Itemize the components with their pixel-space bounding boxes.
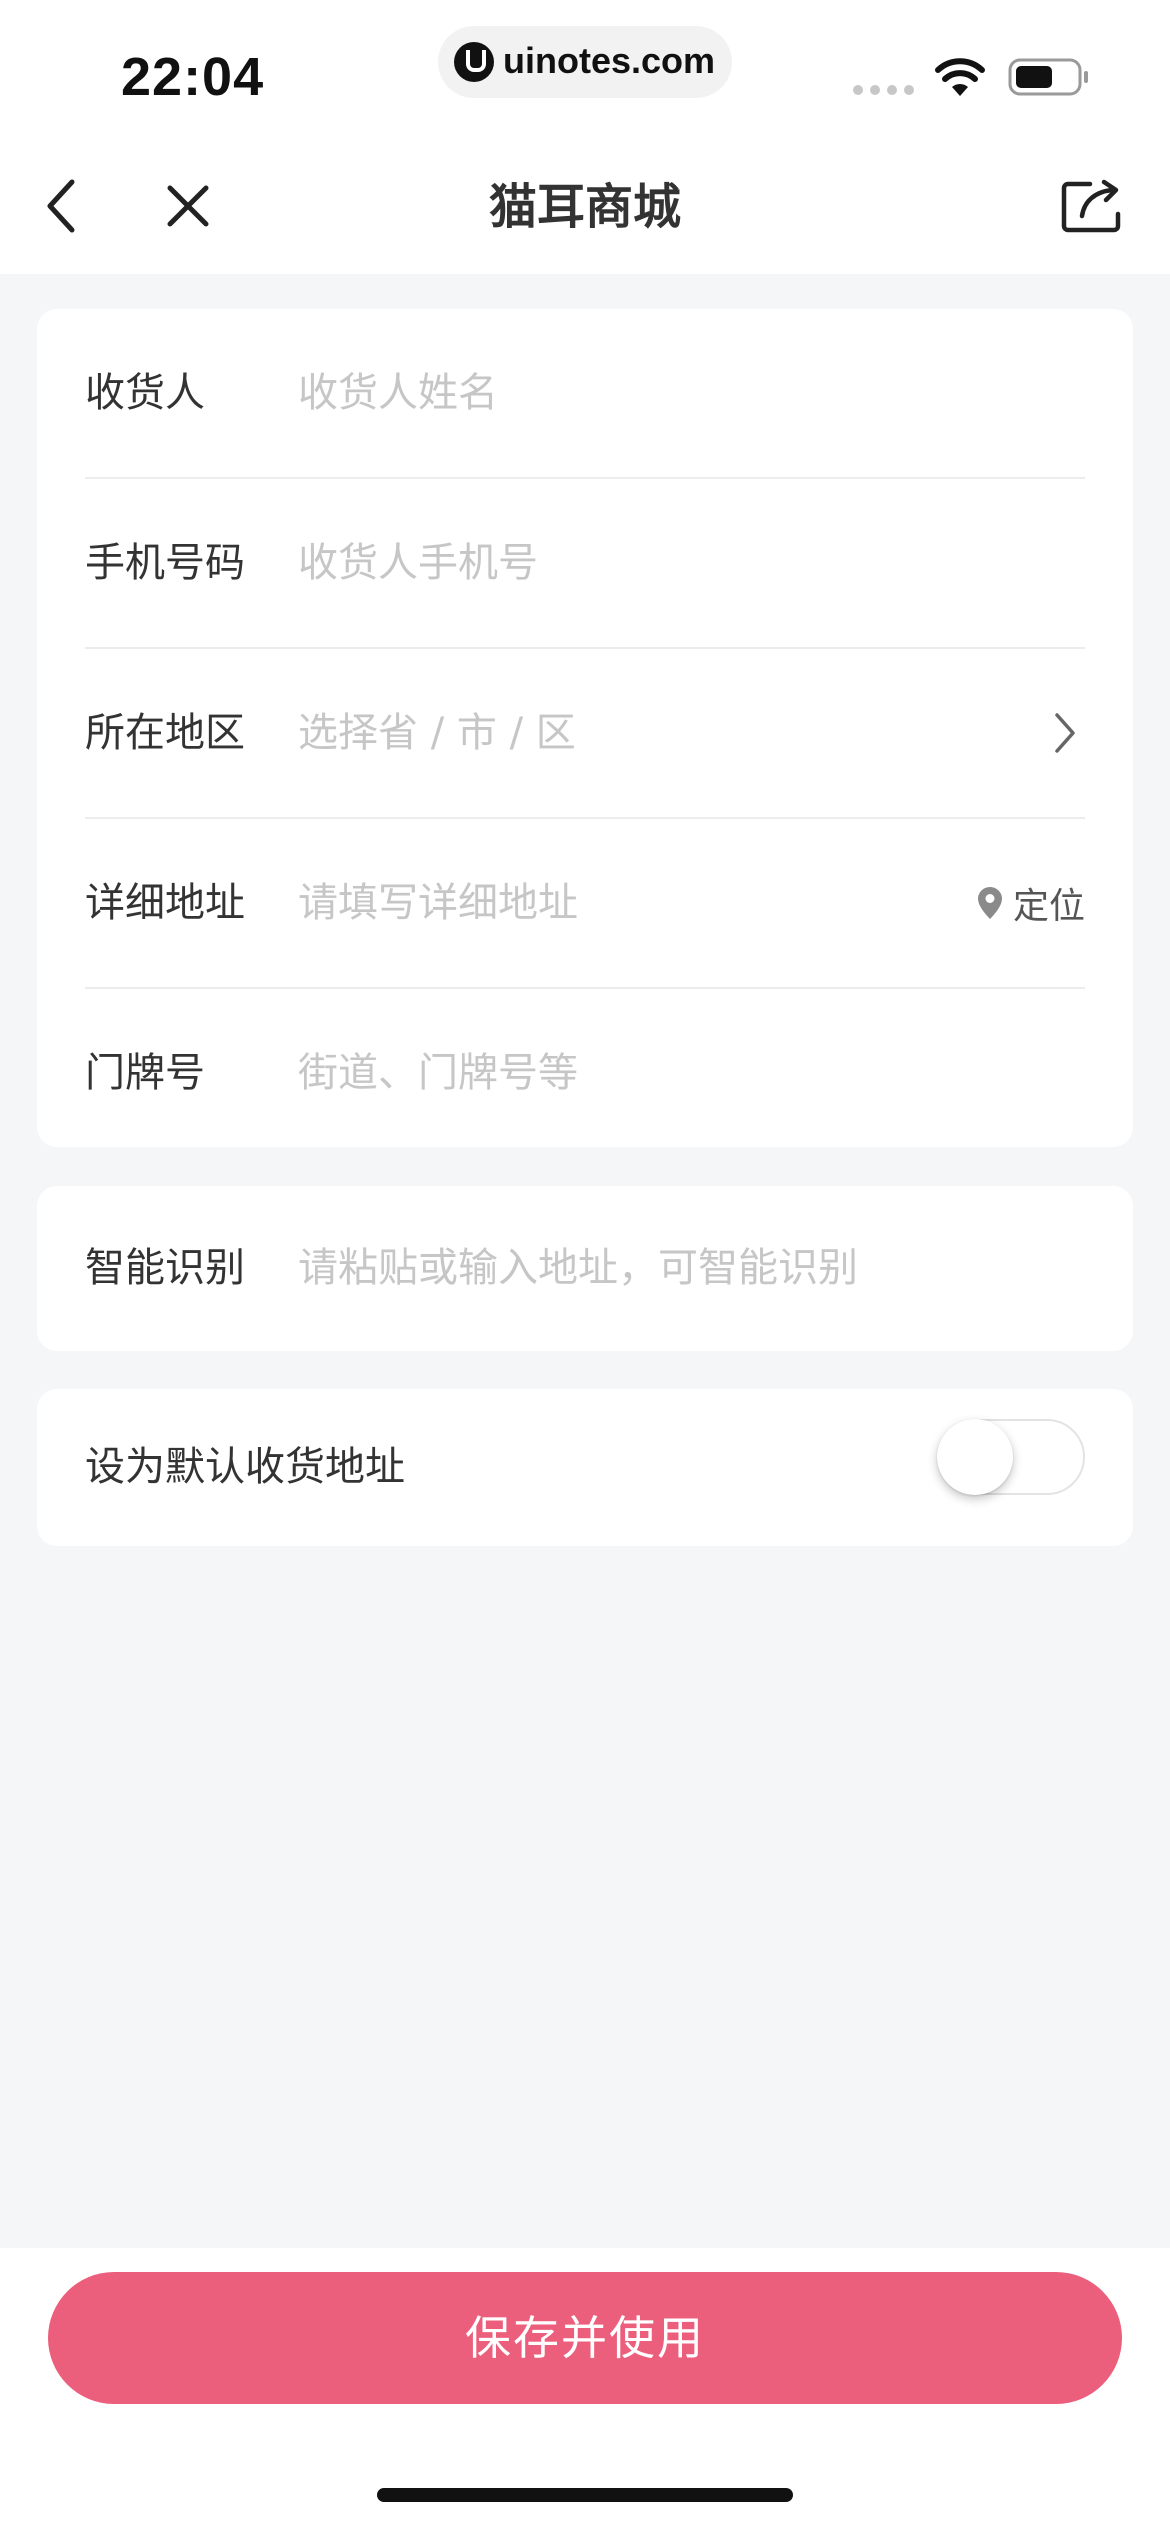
phone-row: 手机号码 (85, 479, 1085, 649)
wifi-icon (935, 58, 985, 96)
smart-recognition-label: 智能识别 (85, 1245, 245, 1291)
address-edit-screen: 22:04 uinotes.com 猫耳商城 收货人 收货人姓名 手机号码 收货… (0, 0, 1170, 2532)
toggle-knob (937, 1419, 1013, 1495)
phone-number-input[interactable] (298, 533, 998, 593)
location-pin-icon (977, 887, 1002, 919)
house-number-row: 门牌号 (85, 989, 1085, 1157)
default-address-row: 设为默认收货地址 (85, 1389, 1085, 1546)
home-indicator (377, 2488, 793, 2502)
default-address-toggle[interactable] (937, 1419, 1085, 1495)
default-address-card: 设为默认收货地址 (37, 1389, 1133, 1546)
url-text: uinotes.com (503, 40, 716, 81)
region-row[interactable]: 所在地区 (85, 649, 1085, 819)
detail-address-input[interactable] (298, 873, 898, 933)
close-icon (167, 185, 209, 227)
smart-recognition-input[interactable] (298, 1238, 998, 1298)
recipient-name-input[interactable] (298, 363, 998, 423)
share-button[interactable] (1052, 166, 1132, 246)
detail-address-row: 详细地址 定位 (85, 819, 1085, 989)
url-pill[interactable]: uinotes.com (438, 26, 732, 98)
region-label: 所在地区 (85, 710, 245, 756)
share-icon (1061, 179, 1121, 233)
status-time: 22:04 (121, 47, 265, 107)
house-number-input[interactable] (298, 1043, 998, 1103)
chevron-left-icon (47, 179, 75, 233)
smart-recognition-row: 智能识别 (85, 1186, 1085, 1351)
region-select-input[interactable] (298, 703, 998, 763)
chevron-right-icon (1055, 713, 1075, 753)
house-number-label: 门牌号 (85, 1050, 205, 1096)
back-button[interactable] (22, 166, 102, 246)
save-and-use-button[interactable]: 保存并使用 (48, 2272, 1122, 2404)
status-bar: 22:04 uinotes.com (0, 0, 1170, 140)
phone-label: 手机号码 (85, 540, 245, 586)
nav-bar: 猫耳商城 (0, 140, 1170, 274)
locate-button[interactable]: 定位 (977, 873, 1085, 933)
smart-recognition-card: 智能识别 (37, 1186, 1133, 1351)
detail-address-label: 详细地址 (85, 880, 245, 926)
battery-icon (1008, 58, 1088, 96)
locate-label: 定位 (1012, 886, 1085, 927)
close-button[interactable] (148, 166, 228, 246)
address-form-card: 收货人 手机号码 所在地区 详细地址 定位 (37, 309, 1133, 1147)
recipient-label: 收货人 (85, 370, 205, 416)
site-logo-icon (454, 42, 494, 82)
recipient-row: 收货人 (85, 309, 1085, 479)
cellular-signal-icon (853, 85, 915, 95)
default-address-label: 设为默认收货地址 (85, 1444, 405, 1490)
bottom-action-bar: 保存并使用 (0, 2248, 1170, 2532)
